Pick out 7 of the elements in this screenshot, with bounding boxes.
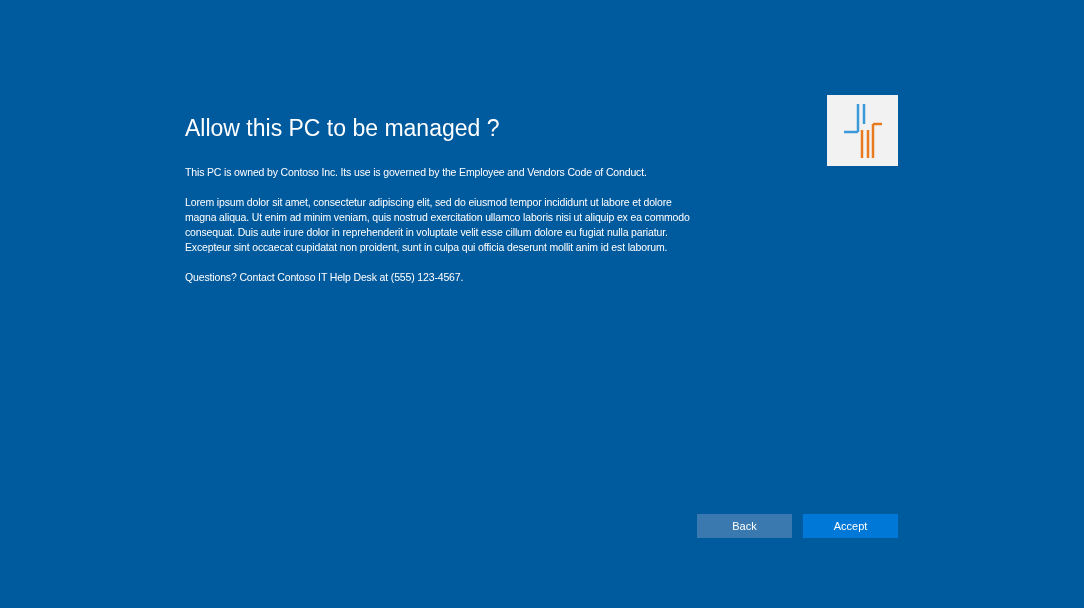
back-button[interactable]: Back: [697, 514, 792, 538]
body-paragraph: Lorem ipsum dolor sit amet, consectetur adipiscing elit, sed do eiusmod tempor incididunt ut labore et dolore magna aliqua. Ut enim ad minim veniam, quis nostrud exercitation ullamco laboris nisi ut aliquip ex ea commodo consequat. Duis aute irure dolor in reprehenderit in voluptate velit esse cillum dolore eu fugiat nulla pariatur. Excepteur sint occaecat cupidatat non proident, sunt in culpa qui officia deserunt mollit anim id est laborum.: [185, 195, 691, 255]
page-title: Allow this PC to be managed ?: [185, 114, 501, 143]
body-paragraph: Questions? Contact Contoso IT Help Desk at (555) 123-4567.: [185, 270, 465, 285]
body-paragraph: This PC is owned by Contoso Inc. Its use is governed by the Employee and Vendors Code of Conduct.: [185, 165, 648, 180]
logo-icon: [841, 103, 884, 158]
accept-button[interactable]: Accept: [803, 514, 898, 538]
